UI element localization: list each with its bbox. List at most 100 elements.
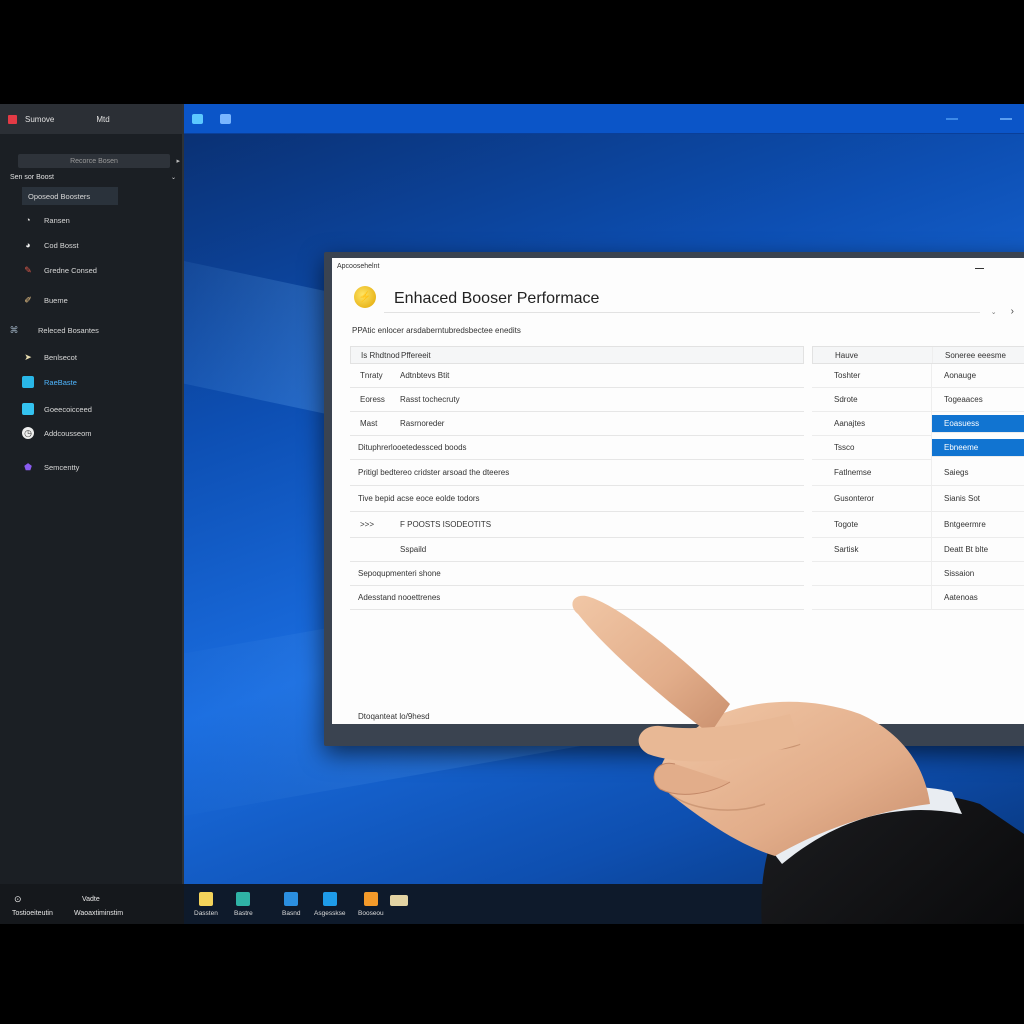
footer-link-right[interactable]: Waoaxtiminstim	[74, 910, 123, 917]
column-header[interactable]: Hauve	[813, 347, 933, 363]
cell: Adtnbtevs Btit	[400, 371, 450, 380]
chevron-right-icon[interactable]: ▸	[176, 157, 180, 165]
chevron-down-icon[interactable]: ⌄	[991, 308, 997, 317]
table-row[interactable]: Eoress Rasst tochecruty	[350, 388, 804, 412]
cell: Adesstand nooettrenes	[358, 593, 441, 602]
taskbar-item[interactable]: Booseou	[358, 892, 384, 917]
sidebar-item-addcousseom[interactable]: ◷ Addcousseom	[22, 424, 182, 442]
cell: Sissaion	[932, 562, 1024, 586]
sidebar-footer: ⊙ Vadte Tostioeiteutin Waoaxtiminstim	[0, 884, 184, 924]
cell: F POOSTS ISODEOTITS	[400, 520, 492, 529]
table-row[interactable]: Aatenoas	[812, 586, 1024, 610]
table-row[interactable]: Toshter Aonauge	[812, 364, 1024, 388]
table-row[interactable]: Tssco Ebneeme	[812, 436, 1024, 460]
sidebar-search[interactable]: Recorce Bosen ▸	[18, 154, 180, 168]
sidebar-item-benlsecot[interactable]: ➤ Benlsecot	[22, 348, 182, 366]
cell: Tnraty	[360, 371, 383, 380]
cell: Tive bepid acse eoce eolde todors	[358, 494, 480, 503]
table-header: Hauve Soneree eeesme	[812, 346, 1024, 364]
cell: Aanajtes	[812, 412, 932, 436]
table-row[interactable]: Sepoqupmenteri shone	[350, 562, 804, 586]
app-icon	[284, 892, 299, 906]
sidebar-item-ransen[interactable]: ◔ Ransen	[22, 211, 182, 229]
taskbar-item[interactable]	[390, 892, 408, 910]
app-icon[interactable]	[192, 114, 203, 124]
table-row[interactable]: Gusonteror Sianis Sot	[812, 486, 1024, 512]
sidebar-item-cod-bosst[interactable]: ◕ Cod Bosst	[22, 236, 182, 254]
sidebar-group-label: Sen sor Boost	[10, 174, 54, 181]
column-header[interactable]: Soneree eeesme	[933, 347, 1024, 363]
left-table: Is Rhdtnod Pffereeit Tnraty Adtnbtevs Bti…	[350, 346, 804, 610]
taskbar-item[interactable]: Dassten	[194, 892, 218, 917]
taskbar-item[interactable]: Asgesskse	[314, 892, 345, 917]
table-header: Is Rhdtnod Pffereeit	[350, 346, 804, 364]
sidebar-item-label: Gredne Consed	[44, 265, 97, 275]
footnote: Dtoqanteat lo/9hesd	[358, 712, 430, 721]
table-row[interactable]: Sspaild	[350, 538, 804, 562]
sidebar-header-left[interactable]: Sumove	[25, 115, 54, 124]
cell: Sartisk	[812, 538, 932, 562]
sidebar-item-goeecoicceed[interactable]: Goeecoicceed	[22, 400, 182, 418]
sidebar-item-boosters[interactable]: Oposeod Boosters	[22, 187, 118, 205]
sidebar-header: Sumove Mtd	[0, 104, 182, 134]
sidebar-item-label: Addcousseom	[44, 428, 92, 438]
table-row[interactable]: Pritigl bedtereo cridster arsoad the dte…	[350, 460, 804, 486]
sidebar-group[interactable]: Sen sor Boost ⌄	[0, 174, 182, 181]
taskbar-label: Asgesskse	[314, 910, 346, 917]
app-icon	[198, 892, 213, 906]
minimize-icon[interactable]	[946, 118, 958, 120]
chevron-down-icon[interactable]: ⌄	[171, 174, 176, 181]
cell: Pritigl bedtereo cridster arsoad the dte…	[358, 468, 510, 477]
sidebar-item-label: Ransen	[44, 215, 70, 225]
folder-icon	[390, 895, 408, 906]
sidebar-item-semcentty[interactable]: ⬟ Semcentty	[22, 458, 182, 476]
table-row[interactable]: Tive bepid acse eoce eolde todors	[350, 486, 804, 512]
minimize-icon[interactable]	[1000, 118, 1012, 120]
sidebar-item-raebaste[interactable]: RaeBaste	[22, 373, 182, 391]
sidebar-item-gredne[interactable]: ✎ Gredne Consed	[22, 261, 182, 279]
taskbar-label: Dassten	[194, 910, 218, 917]
divider	[384, 312, 980, 313]
table-row[interactable]: >>> F POOSTS ISODEOTITS	[350, 512, 804, 538]
table-row[interactable]: Dituphrerlooetedessced boods	[350, 436, 804, 460]
table-row[interactable]: Sissaion	[812, 562, 1024, 586]
table-row[interactable]: Sartisk Deatt Bt blte	[812, 538, 1024, 562]
cell: Mast	[360, 419, 378, 428]
sidebar-item-label: Oposeod Boosters	[28, 191, 91, 201]
window-nav: ⌄ › ⚙	[991, 306, 1024, 317]
selected-cell[interactable]: Eoasuess	[932, 415, 1024, 433]
brush-icon: ✐	[24, 294, 32, 305]
cell: Aonauge	[932, 364, 1024, 388]
sidebar-item-releced[interactable]: ⌘ Releced Bosantes	[8, 321, 182, 339]
sidebar-item-label: Goeecoicceed	[44, 404, 92, 414]
column-header[interactable]: Pffereeit	[401, 351, 803, 360]
close-icon[interactable]	[8, 114, 17, 124]
app-window: Apcoosehelnt ⚡ Enhaced Booser Performace…	[324, 252, 1024, 746]
taskbar-label: Bastre	[234, 910, 253, 917]
page-title: Enhaced Booser Performace	[394, 290, 600, 307]
cell: Rasrnoreder	[400, 419, 445, 428]
taskbar-item[interactable]: Basnd	[282, 892, 300, 917]
power-icon[interactable]: ⊙	[14, 894, 22, 905]
table-row[interactable]: Togote Bntgeermre	[812, 512, 1024, 538]
footer-link-left[interactable]: Tostioeiteutin	[12, 910, 53, 917]
sidebar-item-label: Releced Bosantes	[38, 325, 99, 335]
sidebar-item-bueme[interactable]: ✐ Bueme	[22, 291, 182, 309]
table-row[interactable]: Adesstand nooettrenes	[350, 586, 804, 610]
minimize-icon[interactable]	[975, 268, 984, 269]
table-row[interactable]: Mast Rasrnoreder	[350, 412, 804, 436]
column-header[interactable]: Is Rhdtnod	[351, 351, 401, 360]
table-row[interactable]: Tnraty Adtnbtevs Btit	[350, 364, 804, 388]
chevron-right-icon[interactable]: ›	[1011, 306, 1014, 317]
app-icon[interactable]	[220, 114, 231, 124]
table-row[interactable]: Aanajtes Eoasuess	[812, 412, 1024, 436]
footer-status[interactable]: Vadte	[82, 896, 100, 903]
table-row[interactable]: Sdrote Togeaaces	[812, 388, 1024, 412]
gauge-icon: ◷	[22, 427, 34, 439]
cell: Dituphrerlooetedessced boods	[358, 443, 467, 452]
selected-cell[interactable]: Ebneeme	[932, 439, 1024, 457]
sidebar-header-right[interactable]: Mtd	[96, 115, 109, 124]
image-icon	[22, 376, 34, 388]
taskbar-item[interactable]: Bastre	[234, 892, 253, 917]
table-row[interactable]: Fatlnemse Saiegs	[812, 460, 1024, 486]
